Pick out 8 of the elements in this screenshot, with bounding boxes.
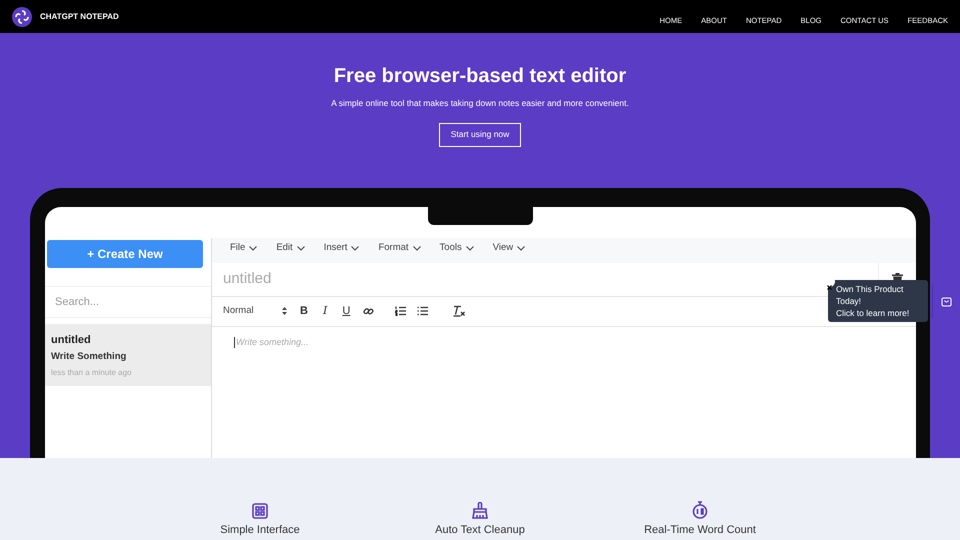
hero-title: Free browser-based text editor [332, 64, 628, 89]
feature-title: Real-Time Word Count [644, 524, 756, 536]
note-time: less than a minute ago [51, 366, 132, 378]
feature-title: Simple Interface [220, 524, 300, 536]
note-preview: Write Something [51, 350, 128, 364]
feature-title: Auto Text Cleanup [435, 524, 525, 536]
note-title: untitled [51, 332, 92, 348]
hero-subtitle: A simple online tool that makes taking down notes easier and more convenient. [330, 97, 630, 110]
